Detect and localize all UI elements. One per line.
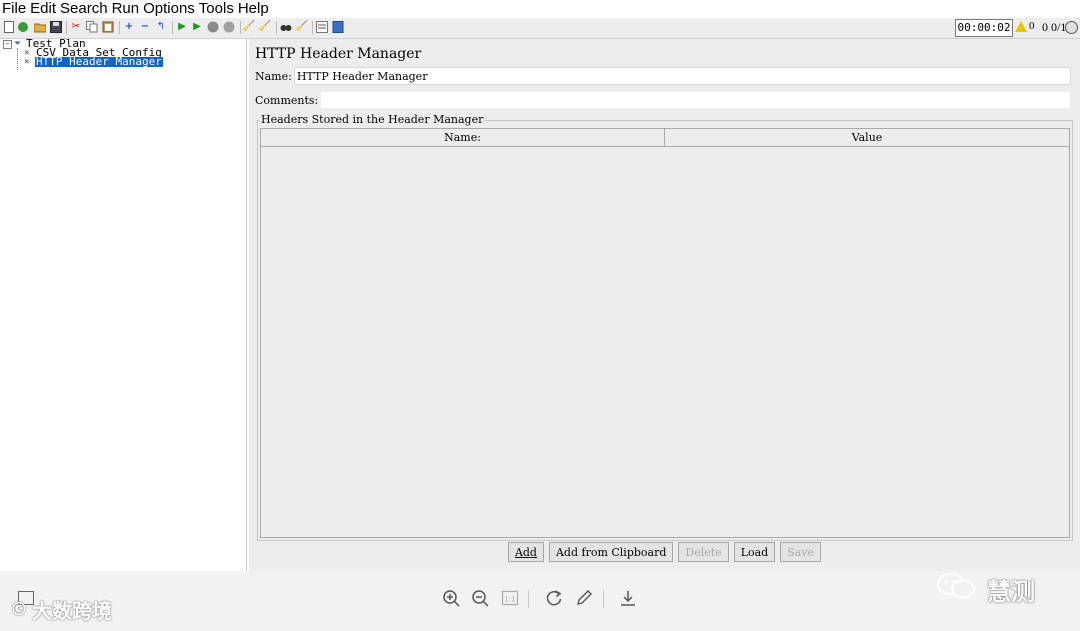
shutdown-icon[interactable] xyxy=(223,21,235,33)
clear-icon[interactable]: 🧹 xyxy=(243,21,255,33)
headers-group-title: Headers Stored in the Header Manager xyxy=(260,113,485,126)
paste-icon[interactable] xyxy=(102,21,114,33)
templates-icon[interactable] xyxy=(17,21,29,33)
delete-button[interactable]: Delete xyxy=(678,542,729,562)
edit-pencil-icon[interactable] xyxy=(573,587,595,609)
warning-indicator[interactable]: 0 xyxy=(1015,20,1035,32)
copy-icon[interactable] xyxy=(86,21,98,33)
rotate-icon[interactable] xyxy=(543,587,565,609)
elapsed-timer: 00:00:02 xyxy=(955,19,1013,37)
comments-label: Comments: xyxy=(255,93,319,107)
menu-search[interactable]: Search xyxy=(58,0,110,18)
test-plan-icon: ⏷ xyxy=(14,38,22,49)
save-button[interactable]: Save xyxy=(780,542,822,562)
name-field[interactable] xyxy=(293,67,1071,85)
open-icon[interactable] xyxy=(34,21,46,33)
save-icon[interactable] xyxy=(50,21,62,33)
watermark-left: © 大数跨境 xyxy=(10,599,112,623)
name-label: Name: xyxy=(255,69,292,83)
stop-icon[interactable] xyxy=(207,21,219,33)
add-from-clipboard-button[interactable]: Add from Clipboard xyxy=(548,542,674,562)
search-icon[interactable] xyxy=(280,21,292,33)
zoom-out-icon[interactable] xyxy=(469,587,491,609)
menu-file[interactable]: File xyxy=(0,0,28,18)
menu-bar: File Edit Search Run Options Tools Help xyxy=(0,0,1080,18)
table-header: Name: Value xyxy=(261,129,1069,147)
watermark-right: 慧测 xyxy=(935,571,1035,607)
watermark-logo-icon: © xyxy=(10,599,28,620)
column-header-value[interactable]: Value xyxy=(665,129,1069,146)
page-title: HTTP Header Manager xyxy=(255,46,422,62)
load-button[interactable]: Load xyxy=(733,542,776,562)
actual-size-icon[interactable]: 1:1 xyxy=(499,587,521,609)
new-icon[interactable] xyxy=(3,21,15,33)
toolbar: ✂ + − ↰ ▶ ▶ 🧹 🧹 🧹 00:00:02 0 0 0/1 xyxy=(0,18,1080,39)
expand-icon[interactable]: + xyxy=(123,21,135,33)
warning-count: 0 xyxy=(1029,20,1035,32)
clear-all-icon[interactable]: 🧹 xyxy=(259,21,271,33)
menu-edit[interactable]: Edit xyxy=(28,0,58,18)
config-element-icon: ✕ xyxy=(24,56,30,67)
tree-collapse-icon[interactable]: − xyxy=(3,40,12,49)
download-icon[interactable] xyxy=(617,587,639,609)
add-button[interactable]: Add xyxy=(507,542,544,562)
menu-tools[interactable]: Tools xyxy=(197,0,236,18)
button-bar: Add Add from Clipboard Delete Load Save xyxy=(249,542,1080,562)
test-plan-tree: − ⏷ Test Plan ✕ CSV Data Set Config ✕ HT… xyxy=(0,38,247,571)
collapse-icon[interactable]: − xyxy=(139,21,151,33)
image-viewer-bar: © 大数跨境 1:1 慧测 xyxy=(0,571,1080,631)
cut-icon[interactable]: ✂ xyxy=(70,21,82,33)
menu-help[interactable]: Help xyxy=(236,0,271,18)
comments-row: Comments: xyxy=(255,90,1071,110)
start-no-pauses-icon[interactable]: ▶ xyxy=(191,21,203,33)
comments-field[interactable] xyxy=(320,91,1071,109)
tree-item-http-header-manager[interactable]: ✕ HTTP Header Manager xyxy=(24,55,163,68)
remote-icon[interactable] xyxy=(1065,21,1078,34)
toggle-icon[interactable]: ↰ xyxy=(155,21,167,33)
warning-icon xyxy=(1015,20,1027,32)
function-helper-icon[interactable] xyxy=(316,21,328,33)
headers-table[interactable]: Name: Value xyxy=(260,128,1070,538)
menu-options[interactable]: Options xyxy=(141,0,197,18)
zoom-in-icon[interactable] xyxy=(440,587,462,609)
wechat-icon xyxy=(935,571,979,607)
header-manager-panel: HTTP Header Manager Name: Comments: Head… xyxy=(249,39,1080,571)
headers-group: Headers Stored in the Header Manager Nam… xyxy=(257,113,1073,541)
menu-run[interactable]: Run xyxy=(110,0,142,18)
name-row: Name: xyxy=(255,66,1071,86)
svg-text:1:1: 1:1 xyxy=(504,596,515,604)
reset-search-icon[interactable]: 🧹 xyxy=(296,21,308,33)
start-icon[interactable]: ▶ xyxy=(176,21,188,33)
help-icon[interactable] xyxy=(332,21,344,33)
tree-item-label: HTTP Header Manager xyxy=(35,55,163,68)
column-header-name[interactable]: Name: xyxy=(261,129,665,146)
active-threads: 0 0/1 xyxy=(1042,20,1067,34)
